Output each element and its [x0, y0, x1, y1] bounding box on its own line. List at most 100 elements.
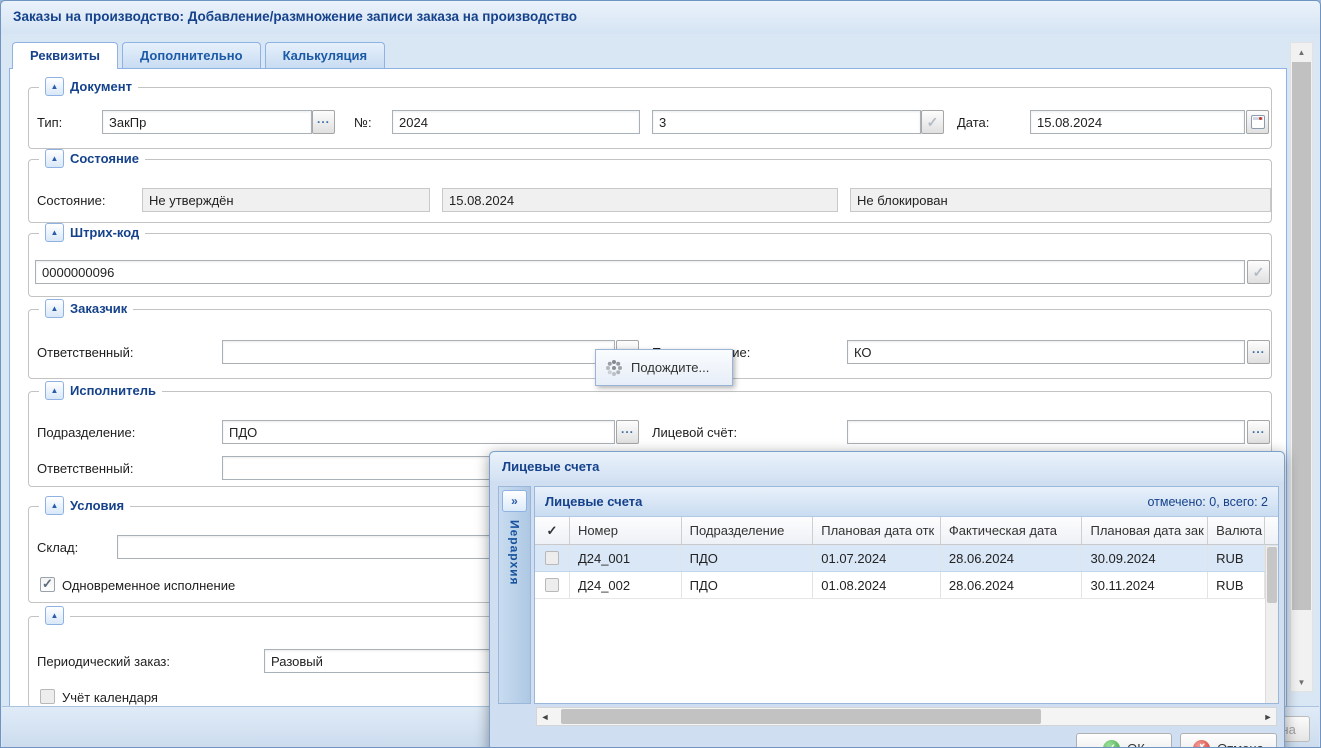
section-barcode-legend: ▲ Штрих-код: [39, 223, 145, 242]
hierarchy-tab-label[interactable]: Иерархия: [508, 520, 522, 586]
row-checkbox[interactable]: [545, 551, 559, 565]
calendar-accounting-checkbox[interactable]: [40, 689, 55, 704]
simultaneous-checkbox[interactable]: [40, 577, 55, 592]
ellipsis-icon: ...: [621, 426, 634, 438]
scrollbar-thumb[interactable]: [1267, 547, 1277, 603]
accounts-panel-header: Лицевые счета отмечено: 0, всего: 2: [535, 487, 1278, 517]
cell-department: ПДО: [682, 572, 814, 598]
scroll-up-icon[interactable]: ▲: [1291, 43, 1312, 61]
cell-planned-open: 01.07.2024: [813, 545, 941, 571]
doc-date-calendar-button[interactable]: [1246, 110, 1269, 134]
section-conditions-title: Условия: [70, 498, 124, 513]
collapse-icon[interactable]: ▲: [45, 223, 64, 242]
column-department[interactable]: Подразделение: [682, 517, 814, 544]
spinner-icon: [606, 360, 622, 376]
customer-responsible-input[interactable]: [222, 340, 615, 364]
cell-planned-close: 30.09.2024: [1082, 545, 1208, 571]
table-row[interactable]: Д24_001 ПДО 01.07.2024 28.06.2024 30.09.…: [535, 545, 1278, 572]
section-barcode: ▲ Штрих-код ✓: [28, 233, 1272, 297]
ellipsis-icon: ...: [1252, 346, 1265, 358]
section-executor-title: Исполнитель: [70, 383, 156, 398]
column-number[interactable]: Номер: [570, 517, 682, 544]
executor-account-picker-button[interactable]: ...: [1247, 420, 1270, 444]
tab-bar: Реквизиты Дополнительно Калькуляция: [12, 42, 385, 69]
ellipsis-icon: ...: [1252, 426, 1265, 438]
section-state: ▲ Состояние Состояние:: [28, 159, 1272, 223]
scrollbar-thumb[interactable]: [561, 709, 1041, 724]
accounts-dialog-title: Лицевые счета: [490, 452, 1284, 481]
doc-date-input[interactable]: [1030, 110, 1245, 134]
cell-check: [535, 572, 570, 598]
collapse-icon[interactable]: ▲: [45, 496, 64, 515]
cancel-label: Отмена: [1217, 741, 1264, 748]
simultaneous-label: Одновременное исполнение: [62, 578, 235, 593]
column-planned-close[interactable]: Плановая дата зак: [1082, 517, 1208, 544]
accounts-panel: Лицевые счета отмечено: 0, всего: 2 ✓ Но…: [534, 486, 1279, 704]
accounts-dialog: Лицевые счета » Иерархия Лицевые счета о…: [489, 451, 1285, 748]
section-state-title: Состояние: [70, 151, 139, 166]
customer-responsible-label: Ответственный:: [37, 345, 133, 360]
main-vertical-scrollbar[interactable]: ▲ ▼: [1290, 42, 1313, 692]
cell-check: [535, 545, 570, 571]
dialog-ok-button[interactable]: ✓ ОК: [1076, 733, 1172, 748]
section-executor-legend: ▲ Исполнитель: [39, 381, 162, 400]
scroll-left-icon[interactable]: ◄: [537, 712, 553, 722]
tab-dopolnitelno[interactable]: Дополнительно: [122, 42, 261, 68]
ok-label: ОК: [1127, 741, 1145, 748]
tab-kalkulyaciya[interactable]: Калькуляция: [265, 42, 386, 68]
table-vertical-scrollbar[interactable]: [1265, 546, 1278, 703]
table-horizontal-scrollbar[interactable]: ◄ ►: [536, 707, 1277, 726]
doc-number-label: №:: [354, 115, 372, 130]
check-icon: ✓: [1253, 264, 1265, 281]
dialog-cancel-button[interactable]: ✗ Отмена: [1180, 733, 1277, 748]
table-row[interactable]: Д24_002 ПДО 01.08.2024 28.06.2024 30.11.…: [535, 572, 1278, 599]
doc-number-check-button[interactable]: ✓: [921, 110, 944, 134]
collapse-icon[interactable]: ▲: [45, 149, 64, 168]
collapse-icon[interactable]: ▲: [45, 606, 64, 625]
wait-popup-label: Подождите...: [631, 360, 709, 375]
customer-department-picker-button[interactable]: ...: [1247, 340, 1270, 364]
executor-responsible-label: Ответственный:: [37, 461, 133, 476]
cell-currency: RUB: [1208, 572, 1265, 598]
expand-hierarchy-button[interactable]: »: [502, 490, 527, 512]
barcode-input[interactable]: [35, 260, 1245, 284]
warehouse-label: Склад:: [37, 540, 78, 555]
barcode-check-button[interactable]: ✓: [1247, 260, 1270, 284]
cell-currency: RUB: [1208, 545, 1265, 571]
collapse-icon[interactable]: ▲: [45, 299, 64, 318]
cell-actual-date: 28.06.2024: [941, 572, 1083, 598]
production-order-window: Заказы на производство: Добавление/размн…: [0, 0, 1321, 748]
ellipsis-icon: ...: [317, 116, 330, 128]
state-lock-field: [850, 188, 1271, 212]
doc-number-input[interactable]: [392, 110, 640, 134]
collapse-icon[interactable]: ▲: [45, 77, 64, 96]
accounts-panel-title: Лицевые счета: [545, 494, 642, 509]
doc-number2-input[interactable]: [652, 110, 921, 134]
cell-planned-close: 30.11.2024: [1082, 572, 1208, 598]
scroll-down-icon[interactable]: ▼: [1291, 673, 1312, 691]
customer-department-input[interactable]: [847, 340, 1245, 364]
check-icon: ✓: [927, 114, 939, 131]
collapse-icon[interactable]: ▲: [45, 381, 64, 400]
row-checkbox[interactable]: [545, 578, 559, 592]
tab-rekvizity[interactable]: Реквизиты: [12, 42, 118, 69]
executor-account-input[interactable]: [847, 420, 1245, 444]
column-currency[interactable]: Валюта: [1208, 517, 1265, 544]
section-document-legend: ▲ Документ: [39, 77, 138, 96]
doc-type-input[interactable]: [102, 110, 312, 134]
calendar-icon: [1251, 115, 1265, 129]
column-check[interactable]: ✓: [535, 517, 570, 544]
ok-icon: ✓: [1103, 740, 1120, 748]
scroll-right-icon[interactable]: ►: [1260, 712, 1276, 722]
calendar-accounting-label: Учёт календаря: [62, 690, 158, 705]
executor-department-input[interactable]: [222, 420, 615, 444]
cell-actual-date: 28.06.2024: [941, 545, 1083, 571]
doc-type-picker-button[interactable]: ...: [312, 110, 335, 134]
section-conditions-legend: ▲ Условия: [39, 496, 130, 515]
section-document-title: Документ: [70, 79, 132, 94]
column-planned-open[interactable]: Плановая дата отк: [813, 517, 941, 544]
column-actual-date[interactable]: Фактическая дата: [941, 517, 1083, 544]
scrollbar-thumb[interactable]: [1292, 62, 1311, 610]
executor-department-picker-button[interactable]: ...: [616, 420, 639, 444]
scrollbar-track[interactable]: [553, 708, 1260, 725]
